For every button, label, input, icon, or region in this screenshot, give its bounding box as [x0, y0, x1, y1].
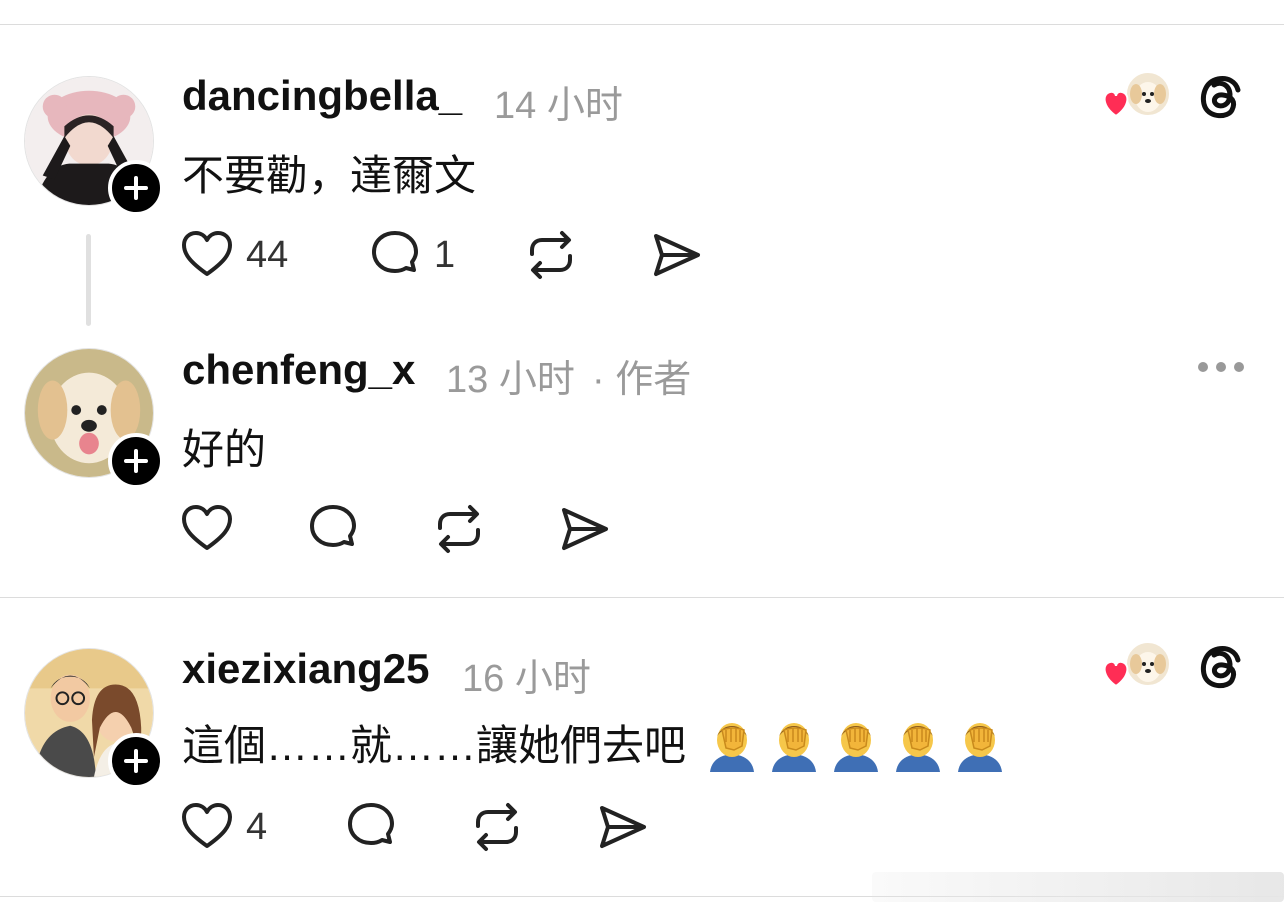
timestamp: 14 小时: [494, 85, 623, 127]
comment-text: 不要勸，達爾文: [182, 152, 477, 199]
like-button[interactable]: 4: [180, 800, 267, 854]
liked-by-author-badge: [1103, 71, 1171, 118]
username[interactable]: dancingbella_: [182, 72, 462, 120]
emoji-row: [698, 722, 1008, 772]
facepalm-emoji-icon: [709, 723, 754, 772]
share-button[interactable]: [558, 502, 612, 556]
follow-button-xiezixiang[interactable]: [108, 733, 164, 789]
username[interactable]: xiezixiang25: [182, 645, 429, 693]
liked-by-author-badge: [1103, 641, 1171, 688]
author-tag: · 作者: [592, 359, 692, 401]
share-button[interactable]: [596, 800, 650, 854]
reply-button[interactable]: [306, 502, 360, 556]
reply-count: 1: [434, 233, 456, 276]
watermark-overlay: [872, 872, 1284, 902]
heart-icon: [182, 231, 232, 276]
comment-text: 好的: [182, 426, 267, 473]
top-divider: [0, 24, 1284, 25]
dot: [1234, 362, 1244, 372]
comment-bubble-icon: [372, 231, 418, 273]
repost-icon: [530, 231, 572, 279]
heart-icon: [182, 803, 232, 848]
repost-button[interactable]: [432, 502, 486, 556]
timestamp: 16 小时: [462, 658, 591, 700]
facepalm-emoji-icon: [771, 723, 816, 772]
follow-button-chenfeng[interactable]: [108, 433, 164, 489]
comment-text-body: 這個……就……讓她們去吧: [182, 722, 687, 769]
plus-icon: [124, 449, 148, 473]
comment-text: 這個……就……讓她們去吧: [182, 712, 1008, 773]
like-count: 44: [246, 233, 289, 276]
like-button[interactable]: [180, 502, 234, 556]
threads-logo-icon[interactable]: [1196, 72, 1246, 122]
reply-button[interactable]: 1: [368, 228, 455, 282]
dot: [1198, 362, 1208, 372]
facepalm-emoji-icon: [895, 723, 940, 772]
comment-bubble-icon: [310, 505, 356, 547]
send-icon: [600, 806, 646, 848]
reply-button[interactable]: [344, 800, 398, 854]
more-options-icon[interactable]: [1198, 362, 1244, 372]
like-button[interactable]: 44: [180, 228, 288, 282]
facepalm-emoji-icon: [957, 723, 1002, 772]
repost-button[interactable]: [470, 800, 524, 854]
heart-icon: [182, 505, 232, 550]
plus-icon: [124, 749, 148, 773]
timestamp: 13 小时: [446, 359, 575, 401]
comment-divider: [0, 597, 1284, 598]
comment-bubble-icon: [348, 803, 394, 845]
send-icon: [654, 234, 700, 276]
send-icon: [562, 508, 608, 550]
dot: [1216, 362, 1226, 372]
share-button[interactable]: [650, 228, 704, 282]
plus-icon: [124, 176, 148, 200]
follow-button-dancingbella[interactable]: [108, 160, 164, 216]
facepalm-emoji-icon: [833, 723, 878, 772]
repost-icon: [438, 505, 480, 553]
repost-button[interactable]: [524, 228, 578, 282]
threads-logo-icon[interactable]: [1196, 642, 1246, 692]
repost-icon: [476, 803, 518, 851]
thread-connector-line: [86, 234, 91, 326]
username[interactable]: chenfeng_x: [182, 346, 415, 394]
like-count: 4: [246, 805, 268, 848]
